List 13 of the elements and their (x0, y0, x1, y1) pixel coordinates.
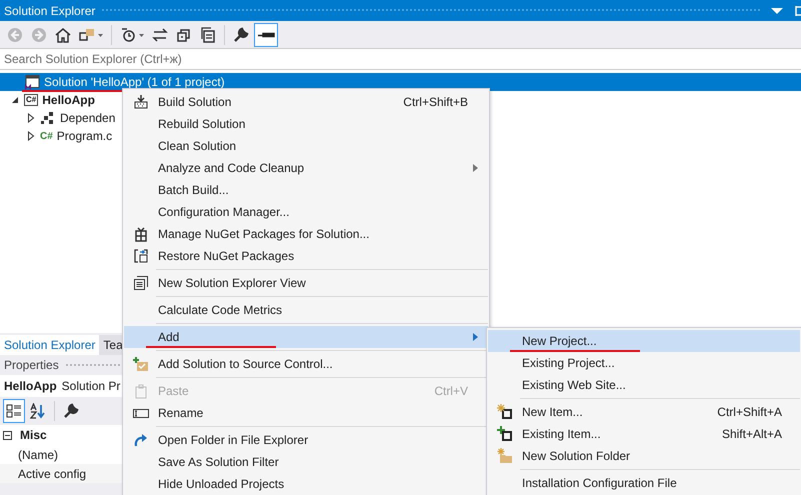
shortcut-text: Ctrl+Shift+B (403, 95, 468, 109)
panel-title: Solution Explorer (4, 4, 96, 18)
object-name: HelloApp (4, 379, 57, 393)
shortcut-text: Shift+Alt+A (722, 427, 782, 441)
property-name: (Name) (18, 448, 58, 462)
property-name: Active config (18, 466, 86, 480)
shortcut-text: Ctrl+Shift+A (717, 405, 782, 419)
object-type: Solution Pr (62, 379, 120, 393)
panel-title: Properties (4, 358, 59, 372)
csharp-project-icon: C# (24, 94, 38, 106)
shortcut-text: Ctrl+V (434, 384, 468, 398)
csharp-file-icon: C# (40, 130, 53, 142)
category-label: Misc (20, 428, 47, 442)
